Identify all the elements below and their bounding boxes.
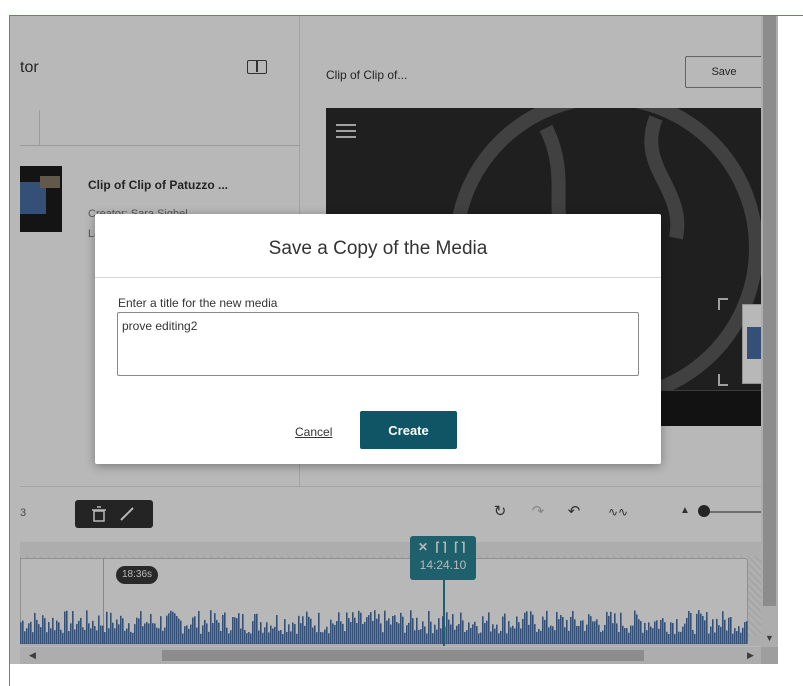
browser-frame: tor Clip of Clip of Patuzzo ... Creator:… — [9, 15, 803, 686]
modal-backdrop[interactable]: Save a Copy of the Media Enter a title f… — [10, 16, 778, 664]
dialog-divider — [95, 277, 661, 278]
dialog-title: Save a Copy of the Media — [268, 238, 488, 259]
title-field-label: Enter a title for the new media — [118, 296, 278, 310]
create-button[interactable]: Create — [360, 411, 457, 449]
save-copy-dialog: Save a Copy of the Media Enter a title f… — [95, 214, 661, 464]
cancel-button[interactable]: Cancel — [295, 425, 332, 439]
title-input[interactable] — [117, 312, 639, 376]
